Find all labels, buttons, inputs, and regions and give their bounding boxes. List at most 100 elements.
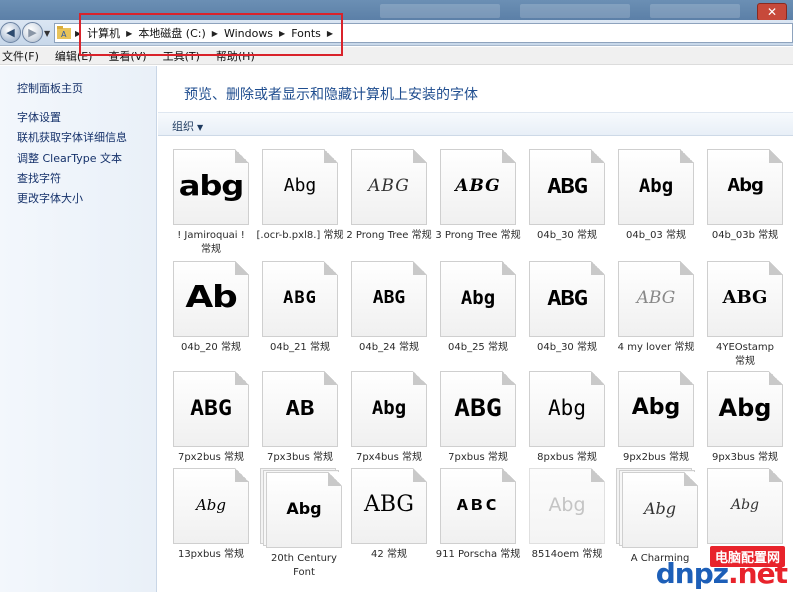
font-name-line1: 7px4bus: [355, 452, 399, 463]
font-name: 04b_21 常规: [252, 341, 348, 355]
font-name-line2: 常规: [398, 342, 419, 353]
font-name-line1: 04b_20: [181, 342, 218, 353]
address-input[interactable]: A ▶ 计算机 ▶ 本地磁盘 (C:) ▶ Windows ▶ Fonts ▶: [54, 23, 793, 43]
font-sample: ABG: [283, 288, 317, 308]
font-name: 04b_30 常规: [519, 341, 615, 355]
address-bar-row: ◀ ▶ ▼ A ▶ 计算机 ▶ 本地磁盘 (C:) ▶ Windows ▶ Fo…: [0, 20, 793, 46]
font-name: 42 常规: [341, 548, 437, 562]
window-top-strip: ✕: [0, 0, 793, 22]
font-name-line1: 20th Century: [271, 553, 337, 564]
breadcrumb-local-disk[interactable]: 本地磁盘 (C:): [138, 25, 205, 41]
background-tab: [650, 4, 740, 18]
history-dropdown-icon[interactable]: ▼: [44, 29, 50, 38]
breadcrumb-windows[interactable]: Windows: [224, 27, 273, 40]
font-sample: Abg: [548, 494, 586, 516]
font-sample: ABG: [547, 286, 588, 310]
font-name-line2: 常规: [758, 452, 779, 463]
font-name: 911 Porscha 常规: [430, 548, 526, 562]
sidebar-item-change-font-size[interactable]: 更改字体大小: [17, 190, 83, 206]
chevron-down-icon: ▼: [197, 123, 204, 132]
font-name: 4YEOstamp 常规: [697, 341, 793, 369]
font-name-line1: 4YEOstamp: [715, 342, 774, 353]
watermark-domain-main: dnpz: [655, 557, 729, 590]
menu-edit[interactable]: 编辑(E): [55, 48, 93, 64]
font-name-line1: 911 Porscha: [435, 549, 498, 560]
font-name: 3 Prong Tree 常规: [430, 229, 526, 243]
font-sample: ABG: [636, 288, 676, 308]
font-name: 7px4bus 常规: [341, 451, 437, 465]
font-name-line2: 常规: [201, 244, 221, 255]
font-name: 04b_25 常规: [430, 341, 526, 355]
font-name-line2: Font: [293, 567, 315, 578]
font-name-line2: 常规: [576, 452, 597, 463]
font-sample: ABG: [190, 396, 232, 420]
sidebar-item-font-settings[interactable]: 字体设置: [17, 109, 61, 125]
font-name-line2: 常规: [500, 549, 521, 560]
sidebar-item-control-panel-home[interactable]: 控制面板主页: [17, 80, 83, 96]
chevron-right-icon[interactable]: ▶: [327, 29, 333, 38]
background-tab: [520, 4, 630, 18]
font-sample: Abg: [730, 497, 760, 513]
font-name-line1: 04b_30: [537, 230, 574, 241]
chevron-right-icon: ▶: [75, 28, 82, 38]
organize-button[interactable]: 组织 ▼: [172, 118, 203, 134]
font-sample: ABG: [372, 287, 406, 308]
menu-file[interactable]: 文件(F): [2, 48, 39, 64]
font-sample: Abg: [718, 394, 772, 422]
font-name-line1: ! Jamiroquai !: [177, 230, 245, 241]
chevron-right-icon[interactable]: ▶: [279, 29, 285, 38]
font-name-line2: 常规: [313, 452, 334, 463]
font-sample: abg: [178, 169, 245, 202]
font-name-line2: 常规: [669, 452, 690, 463]
font-name: 04b_30 常规: [519, 229, 615, 243]
font-name-line1: 04b_21: [270, 342, 307, 353]
font-name-line1: 04b_30: [537, 342, 574, 353]
font-name: 04b_24 常规: [341, 341, 437, 355]
font-name-line1: 9px3bus: [711, 452, 755, 463]
breadcrumb-fonts[interactable]: Fonts: [291, 27, 321, 40]
font-name-line1: 8pxbus: [537, 452, 574, 463]
font-name-line2: 常规: [576, 342, 597, 353]
font-sample: Abg: [195, 496, 227, 514]
menu-view[interactable]: 查看(V): [108, 48, 146, 64]
font-name: 04b_20 常规: [163, 341, 259, 355]
breadcrumb: ▶ 计算机 ▶ 本地磁盘 (C:) ▶ Windows ▶ Fonts ▶: [75, 24, 339, 42]
font-sample: ABG: [363, 492, 415, 517]
font-sample: ABG: [455, 176, 501, 196]
forward-button[interactable]: ▶: [22, 22, 43, 43]
font-name-line2: 常规: [576, 230, 597, 241]
font-name-line2: 常规: [224, 549, 245, 560]
svg-text:A: A: [61, 30, 67, 39]
close-button[interactable]: ✕: [757, 3, 787, 21]
font-name-line1: 04b_25: [448, 342, 485, 353]
sidebar-item-find-character[interactable]: 查找字符: [17, 170, 61, 186]
font-name: ! Jamiroquai ! 常规: [163, 229, 259, 257]
watermark-domain: dnpz.net: [655, 557, 788, 590]
font-name: 20th Century Font: [256, 552, 352, 580]
font-name-line1: 3 Prong Tree: [435, 230, 498, 241]
font-name-line2: 常规: [735, 356, 755, 367]
menu-help[interactable]: 帮助(H): [216, 48, 255, 64]
font-name: 04b_03b 常规: [697, 229, 793, 243]
font-name-line1: 9px2bus: [622, 452, 666, 463]
back-button[interactable]: ◀: [0, 22, 21, 43]
sidebar-item-get-font-info-online[interactable]: 联机获取字体详细信息: [17, 129, 127, 145]
font-name: [.ocr-b.pxl8.] 常规: [252, 229, 348, 243]
chevron-right-icon[interactable]: ▶: [212, 29, 218, 38]
font-sample: Abg: [286, 499, 322, 518]
font-name-line2: 常规: [224, 452, 245, 463]
font-name-line1: 13pxbus: [177, 549, 221, 560]
font-name: 8pxbus 常规: [519, 451, 615, 465]
font-name-line1: [.ocr-b.pxl8.]: [256, 230, 321, 241]
breadcrumb-computer[interactable]: 计算机: [87, 25, 120, 41]
organize-label: 组织: [172, 120, 194, 133]
font-name-line1: 7px2bus: [177, 452, 221, 463]
font-name: 04b_03 常规: [608, 229, 704, 243]
sidebar-item-adjust-cleartype[interactable]: 调整 ClearType 文本: [17, 150, 122, 166]
menu-tools[interactable]: 工具(T): [163, 48, 200, 64]
font-sample: Abg: [460, 287, 496, 309]
chevron-right-icon[interactable]: ▶: [126, 29, 132, 38]
font-name-line1: 04b_03: [626, 230, 663, 241]
font-name: 7px3bus 常规: [252, 451, 348, 465]
font-name-line2: 常规: [500, 230, 521, 241]
